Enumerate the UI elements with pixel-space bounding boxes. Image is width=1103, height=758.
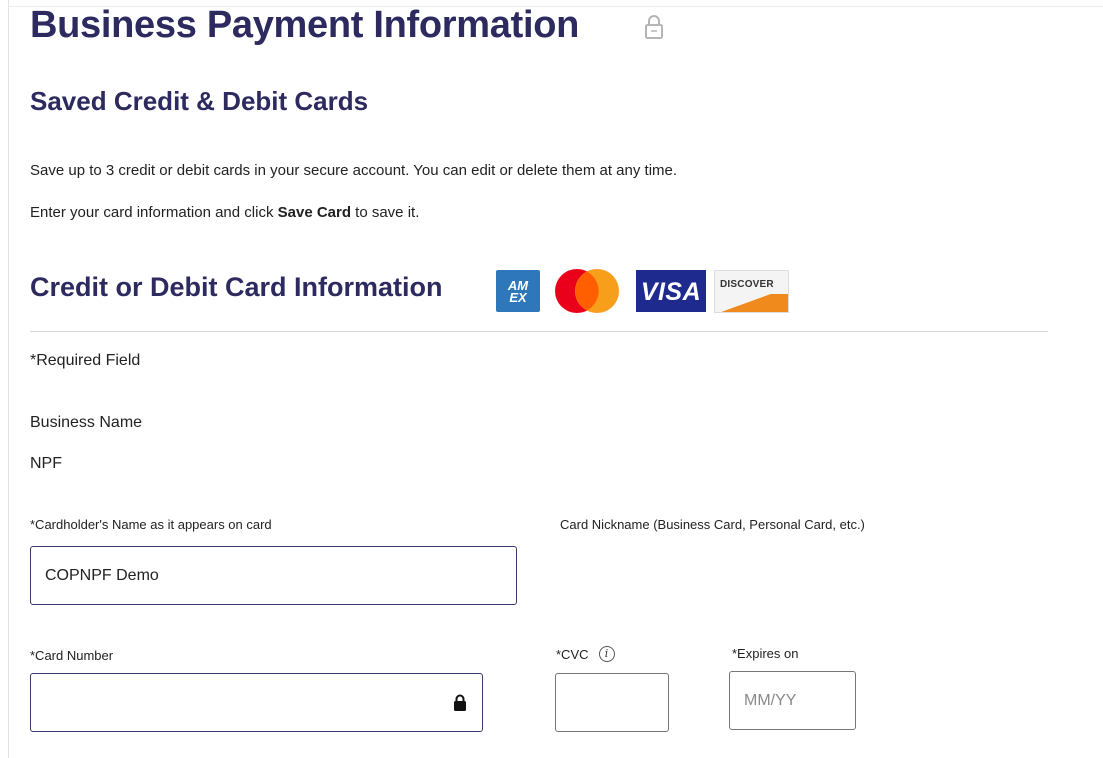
expires-on-input[interactable] (729, 671, 856, 730)
intro-instruction-bold: Save Card (277, 204, 351, 221)
expires-label: *Expires on (732, 646, 799, 661)
card-nickname-label: Card Nickname (Business Card, Personal C… (560, 517, 865, 532)
business-name-value: NPF (30, 455, 62, 472)
cardholder-name-label: *Cardholder's Name as it appears on card (30, 517, 272, 532)
visa-logo-text: VISA (640, 278, 702, 306)
page-title: Business Payment Information (30, 4, 580, 46)
lock-outline-icon (645, 15, 663, 39)
card-number-input[interactable] (30, 673, 483, 732)
cvc-label: *CVC (556, 646, 589, 662)
business-name-label: Business Name (30, 414, 143, 431)
card-info-title: Credit or Debit Card Information (30, 272, 443, 302)
cvc-label-row: *CVC i (556, 646, 615, 662)
required-field-note: *Required Field (30, 352, 141, 369)
page-frame-left (8, 0, 9, 758)
section-divider (30, 331, 1048, 332)
lock-filled-icon (454, 694, 466, 711)
section-title: Saved Credit & Debit Cards (30, 86, 369, 116)
amex-logo: AM EX (496, 270, 540, 312)
intro-instruction-prefix: Enter your card information and click (30, 204, 278, 221)
amex-logo-text: AM EX (507, 278, 529, 305)
visa-logo: VISA (636, 270, 706, 312)
info-icon[interactable]: i (598, 646, 615, 662)
cvc-input[interactable] (555, 673, 669, 732)
cardholder-name-input[interactable] (30, 546, 517, 605)
discover-logo-text: DISCOVER (720, 279, 774, 290)
discover-stripe (715, 294, 788, 312)
intro-instruction: Enter your card information and click Sa… (30, 204, 419, 221)
card-number-wrapper (30, 673, 483, 732)
intro-instruction-suffix: to save it. (351, 204, 420, 221)
mastercard-logo (555, 269, 619, 313)
discover-logo: DISCOVER (714, 270, 789, 313)
intro-text: Save up to 3 credit or debit cards in yo… (30, 162, 678, 179)
card-number-label: *Card Number (30, 648, 114, 663)
